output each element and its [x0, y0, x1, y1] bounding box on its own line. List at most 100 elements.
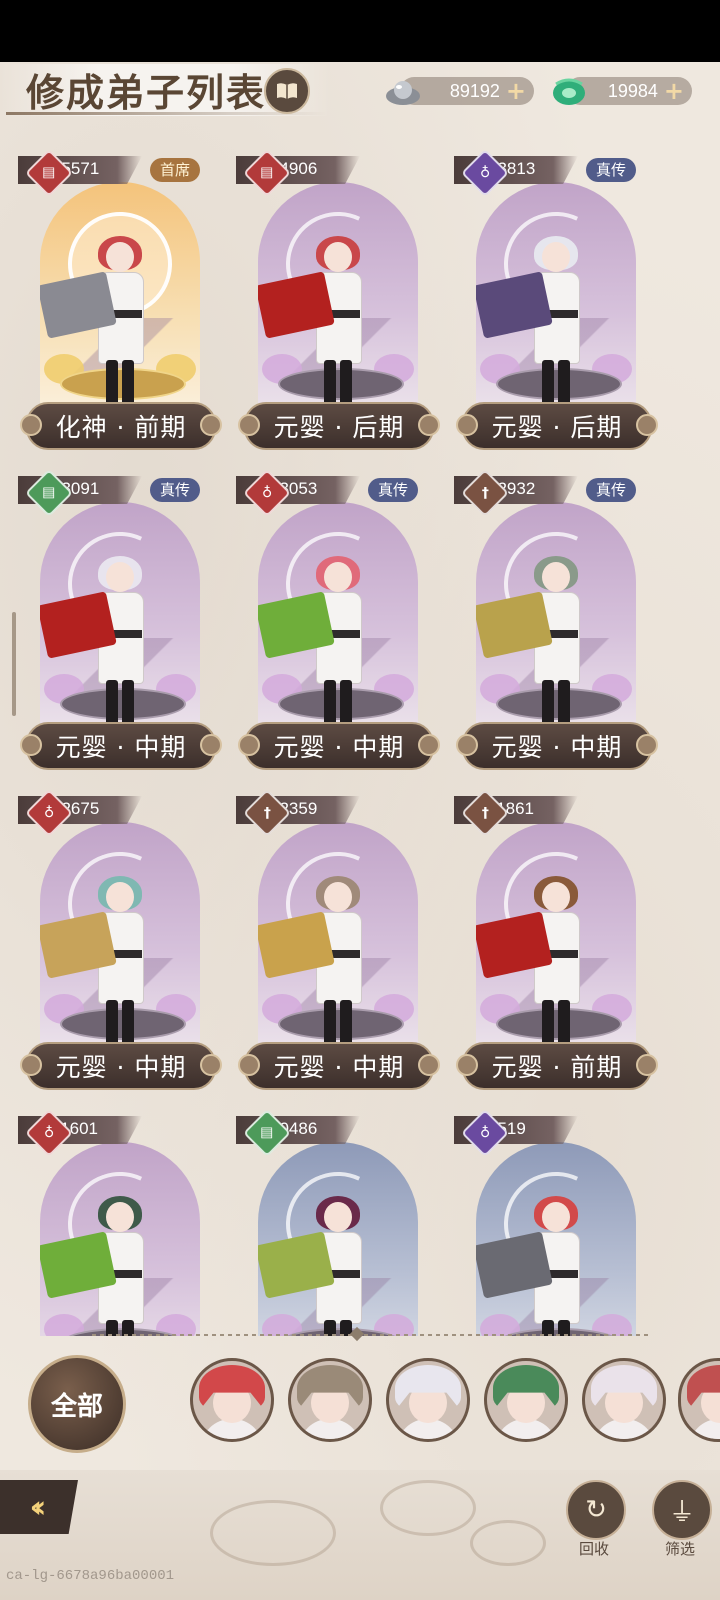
figure-head: [542, 1202, 570, 1232]
recycle-label: 回收: [578, 1540, 609, 1558]
disciple-card[interactable]: 13053 ♁ 真传 元婴 · 中期: [234, 468, 450, 786]
watermark: ca-lg-6678a96ba00001: [6, 1568, 175, 1584]
disciple-figure: [92, 556, 148, 738]
type-glyph-icon: ♁: [261, 484, 273, 501]
plate-knob: [636, 734, 658, 756]
portrait-frame: [476, 1142, 636, 1336]
portrait-frame: [476, 502, 636, 738]
plate-knob: [238, 1054, 260, 1076]
disciple-avatar-filter[interactable]: [484, 1358, 568, 1442]
cultivation-stage: 化神 · 前期: [55, 413, 187, 442]
type-glyph-icon: ▤: [260, 164, 274, 181]
rank-badge: 真传: [586, 158, 637, 182]
disciple-card[interactable]: 13091 ▤ 真传 元婴 · 中期: [16, 468, 232, 786]
add-jade-button[interactable]: +: [664, 79, 684, 103]
cultivation-stage-plate: 化神 · 前期: [20, 402, 222, 450]
disciple-card[interactable]: 10486 ▤: [234, 1108, 450, 1336]
portrait-frame: [476, 822, 636, 1058]
figure-head: [106, 562, 134, 592]
plate-knob: [418, 1054, 440, 1076]
cultivation-stage-plate: 元婴 · 中期: [20, 1042, 222, 1090]
plate-knob: [418, 734, 440, 756]
cultivation-stage: 元婴 · 前期: [491, 1053, 623, 1082]
figure-head: [324, 1202, 352, 1232]
disciple-card[interactable]: 12359 † 元婴 · 中期: [234, 788, 450, 1106]
filter-all-button[interactable]: 全部: [28, 1355, 126, 1453]
back-button[interactable]: ‹‹: [0, 1480, 78, 1534]
portrait-frame: [40, 182, 200, 418]
disciple-avatar-filter[interactable]: [288, 1358, 372, 1442]
jade-icon: [553, 78, 585, 105]
type-glyph-icon: ♁: [479, 164, 491, 181]
disciple-card[interactable]: 11601 ♁: [16, 1108, 232, 1336]
cultivation-stage: 元婴 · 中期: [55, 733, 187, 762]
rank-badge: 首席: [150, 158, 201, 182]
plate-knob: [636, 414, 658, 436]
figure-head: [324, 882, 352, 912]
cultivation-stage-plate: 元婴 · 后期: [456, 402, 658, 450]
portrait-frame: [40, 1142, 200, 1336]
type-glyph-icon: †: [263, 805, 271, 821]
type-glyph-icon: ♁: [479, 1124, 491, 1141]
cloud-ornament: [380, 1480, 476, 1536]
cultivation-stage-plate: 元婴 · 前期: [456, 1042, 658, 1090]
disciple-card[interactable]: 11861 † 元婴 · 前期: [452, 788, 668, 1106]
portrait-frame: [258, 822, 418, 1058]
disciple-figure: [310, 876, 366, 1058]
portrait-frame: [476, 182, 636, 418]
disciple-figure: [528, 556, 584, 738]
portrait-frame: [40, 822, 200, 1058]
type-glyph-icon: ♁: [43, 804, 55, 821]
type-glyph-icon: ▤: [42, 164, 56, 181]
plate-knob: [238, 734, 260, 756]
plate-knob: [200, 1054, 222, 1076]
disciple-card[interactable]: 15571 ▤ 首席 化神 · 前期: [16, 148, 232, 466]
cultivation-stage: 元婴 · 后期: [491, 413, 623, 442]
disciple-card[interactable]: 9519 ♁: [452, 1108, 668, 1336]
cultivation-stage: 元婴 · 中期: [491, 733, 623, 762]
disciple-figure: [92, 876, 148, 1058]
cultivation-stage: 元婴 · 中期: [273, 733, 405, 762]
status-bar: [0, 0, 720, 62]
plate-knob: [456, 1054, 478, 1076]
funnel-icon: ⏚: [668, 1497, 695, 1528]
cultivation-stage-plate: 元婴 · 中期: [20, 722, 222, 770]
silver-ingot-icon: [386, 81, 420, 105]
disciple-avatar-filter[interactable]: [582, 1358, 666, 1442]
type-glyph-icon: ♁: [43, 1124, 55, 1141]
disciple-card[interactable]: 13813 ♁ 真传 元婴 · 后期: [452, 148, 668, 466]
filter-all-label: 全部: [50, 1391, 103, 1422]
type-glyph-icon: ▤: [42, 484, 56, 501]
portrait-frame: [40, 502, 200, 738]
plate-knob: [20, 1054, 42, 1076]
cultivation-stage: 元婴 · 中期: [273, 1053, 405, 1082]
add-silver-button[interactable]: +: [506, 79, 526, 103]
plate-knob: [20, 734, 42, 756]
plate-knob: [200, 734, 222, 756]
jade-amount: 19984: [607, 80, 658, 101]
rank-badge: 真传: [368, 478, 419, 502]
figure-head: [542, 882, 570, 912]
plate-knob: [418, 414, 440, 436]
figure-head: [106, 242, 134, 272]
cloud-ornament: [210, 1500, 336, 1566]
disciple-avatar-filter[interactable]: [190, 1358, 274, 1442]
guide-book-button[interactable]: [264, 68, 310, 114]
book-icon: [277, 83, 297, 99]
cultivation-stage-plate: 元婴 · 后期: [238, 402, 440, 450]
filter-button[interactable]: ⏚: [652, 1480, 712, 1540]
plate-knob: [20, 414, 42, 436]
disciple-card[interactable]: 12932 † 真传 元婴 · 中期: [452, 468, 668, 786]
back-chevron-icon: ‹‹: [29, 1489, 46, 1525]
disciple-avatar-filter[interactable]: [386, 1358, 470, 1442]
disciple-figure: [528, 876, 584, 1058]
disciple-card[interactable]: 12675 ♁ 元婴 · 中期: [16, 788, 232, 1106]
plate-knob: [238, 414, 260, 436]
plate-knob: [456, 414, 478, 436]
cloud-ornament: [470, 1520, 546, 1566]
recycle-button[interactable]: ↻: [566, 1480, 626, 1540]
disciple-figure: [528, 236, 584, 418]
rank-badge: 真传: [150, 478, 201, 502]
disciple-card[interactable]: 14906 ▤ 元婴 · 后期: [234, 148, 450, 466]
cultivation-stage-plate: 元婴 · 中期: [238, 722, 440, 770]
